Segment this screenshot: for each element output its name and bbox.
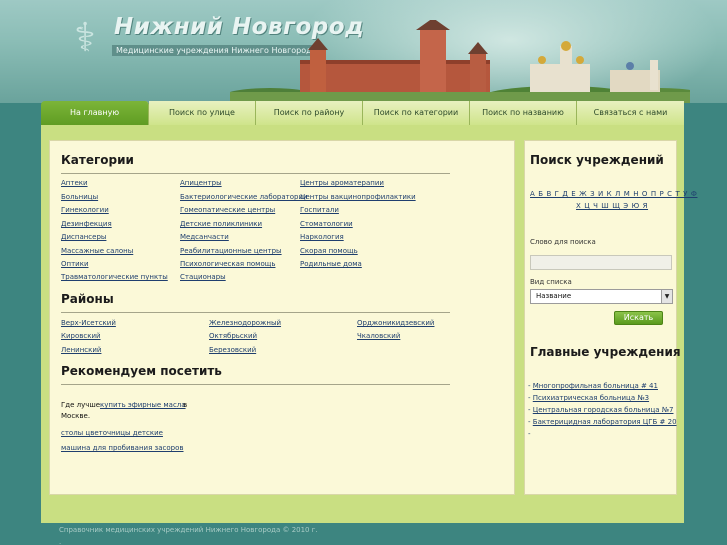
- category-link[interactable]: Психологическая помощь: [180, 260, 275, 268]
- institution-link[interactable]: Психиатрическая больница №3: [533, 394, 649, 402]
- list-item[interactable]: - Центральная городская больница №7: [528, 406, 673, 414]
- category-link[interactable]: Госпитали: [300, 206, 339, 214]
- view-type-select[interactable]: Название ▼: [530, 289, 673, 304]
- footer-copyright: Справочник медицинских учреждений Нижнег…: [59, 526, 318, 534]
- institution-link[interactable]: Бактерицидная лаборатория ЦГБ # 20: [533, 418, 677, 426]
- category-link[interactable]: Скорая помощь: [300, 247, 358, 255]
- divider: [61, 312, 450, 313]
- district-link[interactable]: Кировский: [61, 332, 101, 340]
- category-link[interactable]: Центры вакцинопрофилактики: [300, 193, 416, 201]
- nav-search-category[interactable]: Поиск по категории: [363, 101, 470, 125]
- nav-home[interactable]: На главную: [41, 101, 149, 125]
- site-header: ⚕ Нижний Новгород Медицинские учреждения…: [0, 0, 727, 103]
- category-link[interactable]: Детские поликлиники: [180, 220, 262, 228]
- category-link[interactable]: Бактериологические лаборатории: [180, 193, 308, 201]
- category-link[interactable]: Наркология: [300, 233, 344, 241]
- recommend-heading: Рекомендуем посетить: [61, 364, 222, 378]
- category-link[interactable]: Травматологические пункты: [61, 273, 168, 281]
- recommend-link[interactable]: машина для пробивания засоров: [61, 444, 184, 452]
- search-input[interactable]: [530, 255, 672, 270]
- nav-search-street[interactable]: Поиск по улице: [149, 101, 256, 125]
- alphabet-links[interactable]: Х Ц Ч Ш Щ Э Ю Я: [576, 202, 648, 210]
- district-link[interactable]: Чкаловский: [357, 332, 400, 340]
- view-type-label: Вид списка: [530, 278, 572, 286]
- category-link[interactable]: Стационары: [180, 273, 226, 281]
- view-type-value: Название: [536, 292, 572, 300]
- search-button[interactable]: Искать: [614, 311, 663, 325]
- category-link[interactable]: Гинекологии: [61, 206, 109, 214]
- search-heading: Поиск учреждений: [530, 153, 664, 167]
- district-link[interactable]: Верх-Исетский: [61, 319, 116, 327]
- institution-link[interactable]: Центральная городская больница №7: [533, 406, 674, 414]
- caduceus-icon[interactable]: ⚕: [62, 14, 108, 62]
- recommend-text: Москве.: [61, 412, 91, 420]
- district-link[interactable]: Октябрьский: [209, 332, 257, 340]
- category-link[interactable]: Больницы: [61, 193, 98, 201]
- nav-contact[interactable]: Связаться с нами: [577, 101, 684, 125]
- recommend-link[interactable]: столы цветочницы детские: [61, 429, 163, 437]
- category-link[interactable]: Гомеопатические центры: [180, 206, 275, 214]
- categories-heading: Категории: [61, 153, 134, 167]
- list-item[interactable]: - Психиатрическая больница №3: [528, 394, 649, 402]
- recommend-text: Где лучше: [61, 401, 101, 409]
- list-item: -: [528, 430, 531, 438]
- district-link[interactable]: Орджоникидзевский: [357, 319, 434, 327]
- alphabet-links[interactable]: А Б В Г Д Е Ж З И К Л М Н О П Р С Т У Ф: [530, 190, 697, 198]
- district-link[interactable]: Ленинский: [61, 346, 101, 354]
- category-link[interactable]: Центры ароматерапии: [300, 179, 384, 187]
- recommend-text: в: [183, 401, 188, 409]
- category-link[interactable]: Апицентры: [180, 179, 222, 187]
- category-link[interactable]: Оптики: [61, 260, 89, 268]
- category-link[interactable]: Стоматологии: [300, 220, 353, 228]
- recommend-link[interactable]: купить эфирные масла: [100, 401, 186, 409]
- divider: [61, 173, 450, 174]
- nav-search-district[interactable]: Поиск по району: [256, 101, 363, 125]
- category-link[interactable]: Массажные салоны: [61, 247, 133, 255]
- category-link[interactable]: Диспансеры: [61, 233, 106, 241]
- district-link[interactable]: Березовский: [209, 346, 256, 354]
- district-link[interactable]: Железнодорожный: [209, 319, 281, 327]
- divider: [61, 384, 450, 385]
- main-nav: На главную Поиск по улице Поиск по район…: [41, 101, 684, 125]
- footer-dot: ·: [59, 540, 62, 545]
- chevron-down-icon[interactable]: ▼: [661, 290, 672, 303]
- main-institutions-heading: Главные учреждения: [530, 345, 681, 359]
- category-link[interactable]: Аптеки: [61, 179, 88, 187]
- nav-search-name[interactable]: Поиск по названию: [470, 101, 577, 125]
- list-item[interactable]: - Многопрофильная больница # 41: [528, 382, 658, 390]
- search-word-label: Слово для поиска: [530, 238, 596, 246]
- institution-link[interactable]: Многопрофильная больница # 41: [533, 382, 658, 390]
- category-link[interactable]: Медсанчасти: [180, 233, 229, 241]
- category-link[interactable]: Реабилитационные центры: [180, 247, 282, 255]
- category-link[interactable]: Родильные дома: [300, 260, 362, 268]
- districts-heading: Районы: [61, 292, 114, 306]
- list-item[interactable]: - Бактерицидная лаборатория ЦГБ # 20: [528, 418, 677, 426]
- category-link[interactable]: Дезинфекция: [61, 220, 112, 228]
- kremlin-illustration: [230, 20, 690, 103]
